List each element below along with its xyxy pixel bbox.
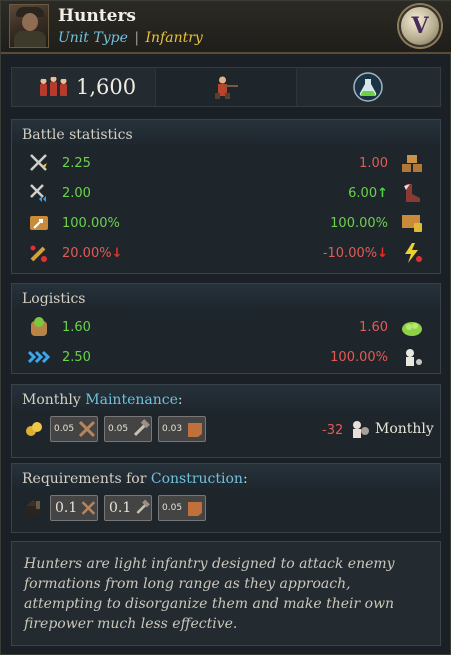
ranged-attack-value: 2.00 (62, 186, 91, 201)
unit-type-value: Infantry (145, 30, 203, 46)
cost-value: 0.05 (162, 503, 183, 513)
boot-icon (404, 184, 420, 202)
logistics-title: Logistics (12, 284, 440, 312)
subtitle-separator: | (134, 30, 140, 46)
unit-subtitle: Unit Type | Infantry (58, 30, 203, 46)
tier-badge: V (399, 5, 441, 47)
maintenance-title-prefix: Monthly (22, 392, 86, 408)
stat-row: 1.60 1.60 (12, 312, 440, 342)
men-count-cell: 1,600 (12, 68, 155, 106)
battle-statistics-title: Battle statistics (12, 120, 440, 148)
decrease-arrow-icon: ↓ (377, 246, 388, 261)
construction-link[interactable]: Construction (151, 471, 243, 487)
stat-row: 20.00%↓ -10.00%↓ (12, 238, 440, 268)
ranged-attack-icon (30, 184, 46, 202)
gold-coins-icon (26, 422, 42, 436)
cost-value: 0.1 (55, 500, 78, 516)
organization-icon (30, 216, 48, 230)
food-value: 1.60 (62, 320, 91, 335)
decrease-arrow-icon: ↓ (111, 246, 123, 261)
supply-icon (402, 215, 422, 232)
construction-costs: 0.1 0.1 0.05 (12, 492, 440, 526)
men-count: 1,600 (76, 75, 137, 99)
unit-title: Hunters (58, 6, 136, 26)
tools-icon (81, 501, 96, 515)
construction-title-prefix: Requirements for (22, 471, 151, 487)
construction-cost-hammer: 0.1 (104, 495, 152, 521)
tooltip-header: Hunters Unit Type | Infantry V (1, 1, 451, 54)
maintenance-link[interactable]: Maintenance (85, 392, 178, 408)
maintenance-cost-hammer: 0.05 (104, 416, 152, 442)
hammer-icon (136, 499, 151, 514)
speed-value: 2.50 (62, 350, 91, 365)
lightning-icon (405, 243, 422, 263)
unit-description: Hunters are light infantry designed to a… (11, 541, 441, 646)
attrition-icon (406, 349, 422, 366)
stat-row: 100.00% 100.00% (12, 208, 440, 238)
shock-value: -10.00%↓ (323, 246, 388, 261)
unit-icon-cell (155, 68, 297, 106)
cost-value: 0.1 (109, 500, 132, 516)
flank-icon (30, 245, 47, 262)
soldiers-icon (40, 74, 67, 96)
leather-icon (188, 502, 203, 516)
stat-row: 2.50 100.00% (12, 342, 440, 372)
logistics-panel: Logistics 1.60 1.60 2.50 100.00% (11, 283, 441, 374)
flank-value: 20.00%↓ (62, 246, 122, 261)
monthly-label: Monthly (375, 421, 434, 437)
construction-title-suffix: : (242, 471, 248, 487)
vegetables-icon (402, 322, 422, 336)
hunter-icon (215, 76, 239, 99)
melee-attack-value: 2.25 (62, 156, 91, 171)
unit-portrait (9, 4, 49, 48)
unit-type-link[interactable]: Unit Type (58, 30, 128, 46)
boot-stat-number: 6.00 (348, 186, 378, 201)
maintenance-title: Monthly Maintenance: (12, 385, 440, 413)
unit-tooltip: Hunters Unit Type | Infantry V 1,600 Bat… (0, 0, 451, 655)
melee-attack-icon (30, 154, 47, 171)
supply-value: 100.00% (330, 216, 388, 231)
construction-cost-leather: 0.05 (158, 495, 206, 521)
maintenance-panel: Monthly Maintenance: 0.05 0.05 0.03 -32 … (11, 384, 441, 458)
construction-panel: Requirements for Construction: 0.1 0.1 0… (11, 463, 441, 533)
hammer-icon (133, 419, 150, 437)
cost-value: 0.05 (108, 424, 129, 434)
speed-chevrons-icon (28, 350, 50, 364)
cost-value: 0.05 (54, 424, 75, 434)
organization-value: 100.00% (62, 216, 120, 231)
flask-cell[interactable] (297, 68, 440, 106)
boot-stat-value: 6.00↑ (348, 186, 388, 201)
unit-summary-bar: 1,600 (11, 67, 441, 107)
tools-icon (78, 420, 96, 438)
increase-arrow-icon: ↑ (377, 186, 388, 201)
fortification-icon (402, 155, 422, 172)
shock-number: -10.00% (322, 246, 378, 261)
building-icon (26, 500, 40, 516)
flank-number: 20.00% (62, 246, 112, 261)
fortification-value: 1.00 (359, 156, 388, 171)
cost-value: 0.03 (162, 424, 183, 434)
maintenance-cost-leather: 0.03 (158, 416, 206, 442)
construction-cost-tools: 0.1 (50, 495, 98, 521)
flask-icon[interactable] (353, 72, 384, 102)
manpower-icon (353, 421, 369, 438)
battle-statistics-panel: Battle statistics 2.25 1.00 2.00 6.00↑ 1… (11, 119, 441, 274)
stat-row: 2.25 1.00 (12, 148, 440, 178)
consumption-value: 1.60 (359, 320, 388, 335)
maintenance-title-suffix: : (177, 392, 183, 408)
food-sack-icon (31, 317, 47, 336)
stat-row: 2.00 6.00↑ (12, 178, 440, 208)
maintenance-costs: 0.05 0.05 0.03 -32 Monthly (12, 413, 440, 447)
construction-title: Requirements for Construction: (12, 464, 440, 492)
attrition-value: 100.00% (330, 350, 388, 365)
manpower-value: -32 (322, 423, 344, 438)
maintenance-cost-tools: 0.05 (50, 416, 98, 442)
leather-icon (188, 423, 203, 437)
